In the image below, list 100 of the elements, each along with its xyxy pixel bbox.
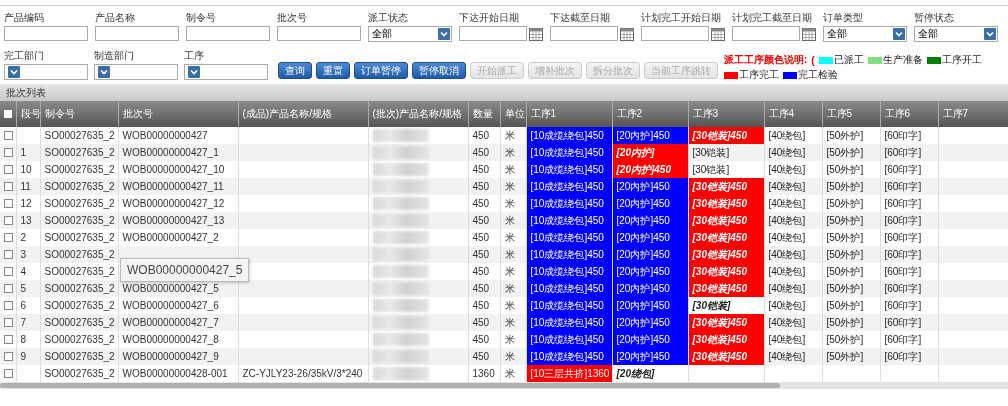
process-cell: [30铠装]450 [688,263,764,280]
process-cell: [10成缆绕包]450 [526,195,612,212]
action-button[interactable]: 重置 [316,62,350,79]
row-checkbox[interactable] [4,199,13,208]
field-label: 制令号 [186,12,217,24]
calendar-icon[interactable] [620,26,634,41]
process-cell: [20内护]450 [612,263,688,280]
redacted-text [372,163,429,176]
process-cell: [30铠装]450 [688,314,764,331]
process-cell: [20内护]450 [612,195,688,212]
redacted-text [372,231,429,244]
dropdown[interactable]: 全部 [368,26,452,42]
text-field[interactable] [4,26,88,41]
process-cell: [20内护]450 [612,161,688,178]
process-cell: [20内护]450 [612,178,688,195]
process-cell: [60印字] [880,144,938,161]
row-checkbox[interactable] [4,318,13,327]
table-cell: 米 [500,144,526,161]
select-all-checkbox[interactable] [4,110,12,118]
field-label: 派工状态 [368,12,409,24]
process-cell: [30铠装]450 [688,212,764,229]
action-button[interactable]: 订单暂停 [354,62,408,79]
legend-label: 完工检验 [798,68,838,82]
row-checkbox[interactable] [4,352,13,361]
table-cell: 3 [16,246,40,263]
legend-label: 生产准备 [882,53,923,67]
date-field[interactable] [732,26,800,41]
dropdown[interactable] [4,64,88,80]
field-label: 订单类型 [823,12,864,24]
column-header: 数量 [468,101,500,127]
date-field[interactable] [641,26,709,41]
row-checkbox[interactable] [4,267,13,276]
chevron-down-icon [98,66,110,78]
row-checkbox[interactable] [4,148,13,157]
field-label: 下达截至日期 [550,12,611,24]
process-cell: [10成缆绕包]450 [526,212,612,229]
table-cell: WOB00000000427_9 [118,348,238,365]
process-cell: [30铠装]450 [688,178,764,195]
table-cell: 米 [500,280,526,297]
row-checkbox[interactable] [4,250,13,259]
action-button[interactable]: 暂停取消 [412,62,466,79]
field-label: 产品名称 [95,12,136,24]
dropdown[interactable]: 全部 [823,26,907,42]
row-checkbox[interactable] [4,369,13,378]
row-checkbox[interactable] [4,165,13,174]
process-cell: [40绕包] [764,246,822,263]
row-checkbox[interactable] [4,301,13,310]
text-field[interactable] [95,26,179,41]
process-cell: [10成缆绕包]450 [526,280,612,297]
table-cell: 米 [500,212,526,229]
dropdown[interactable] [184,64,268,80]
horizontal-scrollbar[interactable] [0,382,1008,389]
date-field[interactable] [550,26,618,41]
dropdown[interactable]: 全部 [914,26,998,42]
legend-label: 工序开工 [941,53,982,67]
process-cell: [30铠装]450 [688,331,764,348]
row-checkbox[interactable] [4,284,13,293]
process-cell: [60印字] [880,314,938,331]
row-checkbox[interactable] [4,233,13,242]
process-cell: [10成缆绕包]450 [526,144,612,161]
process-cell: [50外护] [822,246,880,263]
text-field[interactable] [186,26,270,41]
field-label: 计划完工截至日期 [732,12,813,24]
table-cell: 450 [468,212,500,229]
row-checkbox[interactable] [4,216,13,225]
table-cell: 450 [468,178,500,195]
column-header: 工序7 [938,101,1008,127]
process-cell: [30铠装]450 [688,127,764,144]
redacted-text [372,282,429,295]
table-cell: SO00027635_2 [40,144,118,161]
row-checkbox[interactable] [4,335,13,344]
field-label: 工序 [184,50,205,62]
process-cell: [60印字] [880,246,938,263]
process-cell: [20内护]450 [612,331,688,348]
legend-title: 派工工序颜色说明: [724,53,808,67]
calendar-icon[interactable] [529,26,543,41]
calendar-icon[interactable] [711,26,725,41]
date-field[interactable] [459,26,527,41]
process-cell: [20内护]450 [612,127,688,144]
field-label: 完工部门 [4,50,45,62]
table-cell: WOB00000000427_7 [118,314,238,331]
process-cell: [60印字] [880,280,938,297]
redacted-text [372,248,429,261]
row-checkbox[interactable] [4,131,13,140]
column-header: 工序1 [526,101,612,127]
chevron-down-icon [8,66,20,78]
process-cell: [50外护] [822,314,880,331]
process-cell: [20内护]450 [612,314,688,331]
dropdown[interactable] [94,64,178,80]
row-checkbox[interactable] [4,182,13,191]
text-field[interactable] [277,26,361,41]
column-header: 工序2 [612,101,688,127]
calendar-icon[interactable] [802,26,816,41]
process-cell: [40绕包] [764,178,822,195]
process-cell: [10成缆绕包]450 [526,246,612,263]
chevron-down-icon [893,28,905,40]
process-cell: [40绕包] [764,314,822,331]
action-button[interactable]: 查询 [278,62,312,79]
redacted-text [372,316,429,329]
column-header: 批次号 [118,101,238,127]
